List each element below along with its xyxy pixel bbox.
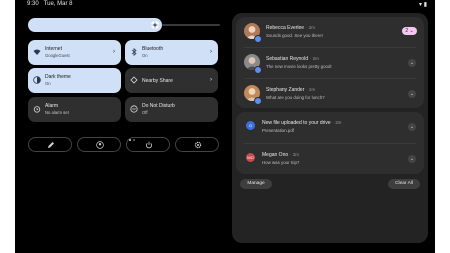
message-app-badge (254, 35, 262, 43)
brightness-icon (151, 21, 159, 29)
dark-theme-icon (33, 76, 41, 84)
tile-subtitle: On (142, 53, 148, 58)
user-switch-button[interactable] (77, 137, 121, 152)
date: Tue, Mar 8 (43, 1, 73, 7)
tile-title: Nearby Share (142, 78, 173, 84)
notification-message: How was your trip? (262, 160, 300, 165)
brightness-track[interactable] (162, 24, 220, 26)
chevron-down-icon: ⌄ (409, 124, 415, 130)
alarm-icon (33, 106, 41, 113)
conversation-card: Rebecca Everlee · 2m Sounds good. See you… (236, 17, 424, 108)
tile-title: Alarm (45, 103, 59, 109)
message-app-badge (254, 97, 262, 105)
sender-name: Stephany Zander (266, 87, 305, 93)
tile-alarm[interactable]: Alarm No alarm set (28, 97, 121, 122)
tile-dark-theme[interactable]: Dark theme On (28, 68, 121, 93)
expand-button[interactable]: ⌄ (408, 155, 416, 163)
tile-subtitle: On (45, 81, 51, 86)
nearby-share-icon (130, 76, 138, 84)
chevron-down-icon: ⌄ (409, 156, 415, 162)
message-app-badge (254, 66, 262, 74)
notification-title: Sebastian Reynold · 2m (266, 56, 319, 62)
contact-app-icon: MO (246, 153, 255, 162)
sender-name: Sebastian Reynold (266, 56, 308, 62)
power-icon (146, 141, 152, 149)
user-icon (96, 141, 104, 149)
brightness-slider[interactable] (28, 18, 162, 32)
chevron-right-icon: › (210, 77, 212, 83)
notification-title: Rebecca Everlee · 2m (266, 25, 315, 31)
alert-title: Megan Ono (262, 152, 289, 158)
expand-button[interactable]: ⌄ (408, 123, 416, 131)
power-button[interactable] (126, 137, 170, 152)
page-indicator (129, 128, 143, 141)
notification-megan[interactable]: MO Megan Ono · 2m How was your trip? ⌄ (236, 144, 424, 174)
notification-message: Sounds good. See you there! (266, 33, 323, 38)
chevron-right-icon: › (210, 49, 212, 55)
tile-subtitle: GoogleGuest (45, 53, 70, 58)
tile-nearby-share[interactable]: Nearby Share › (125, 68, 218, 93)
status-icons: ▾ ▮ (419, 1, 427, 8)
drive-app-icon: G (246, 121, 255, 130)
settings-button[interactable] (175, 137, 219, 152)
notification-time: · 2m (290, 152, 299, 157)
notification-time: · 2m (306, 25, 315, 30)
notification-stephany[interactable]: Stephany Zander · 2m What are you doing f… (236, 79, 424, 109)
tile-do-not-disturb[interactable]: Do Not Disturb Off (125, 97, 218, 122)
expand-button[interactable]: ⌄ (408, 59, 416, 67)
status-bar: 9:30 Tue, Mar 8 ▾ ▮ (15, 0, 435, 10)
message-count: 2 (405, 28, 409, 34)
notification-title: Stephany Zander · 2m (266, 87, 315, 93)
settings-icon (194, 141, 202, 149)
sender-name: Rebecca Everlee (266, 25, 305, 31)
status-time: 9:30 Tue, Mar 8 (27, 1, 73, 7)
notification-message: Presentation.pdf (262, 128, 294, 133)
edit-button[interactable] (28, 137, 72, 152)
bluetooth-icon (131, 48, 137, 56)
notification-rebecca[interactable]: Rebecca Everlee · 2m Sounds good. See you… (236, 17, 424, 47)
tile-bluetooth[interactable]: Bluetooth On › (125, 40, 218, 65)
alert-title: New file uploaded to your drive (262, 120, 331, 126)
notification-shade: Rebecca Everlee · 2m Sounds good. See you… (232, 13, 428, 243)
brightness-handle[interactable] (151, 21, 159, 29)
tile-title: Do Not Disturb (142, 103, 175, 109)
notification-time: · 2m (309, 56, 319, 61)
notification-message: The new movie looks pretty good! (266, 64, 332, 69)
notification-title: Megan Ono · 2m (262, 152, 299, 158)
tile-subtitle: Off (142, 110, 148, 115)
expand-button[interactable]: ⌄ (408, 90, 416, 98)
wifi-icon (33, 49, 41, 55)
message-count-badge[interactable]: 2 ⌄ (402, 27, 417, 35)
notification-drive[interactable]: G New file uploaded to your drive · 2m Pr… (236, 112, 424, 142)
manage-button[interactable]: Manage (240, 179, 272, 189)
clear-all-button[interactable]: Clear All (388, 179, 420, 189)
chevron-down-icon: ⌄ (409, 28, 414, 34)
tile-internet[interactable]: Internet GoogleGuest › (28, 40, 121, 65)
battery-icon: ▮ (423, 2, 427, 8)
tablet-screen: 9:30 Tue, Mar 8 ▾ ▮ Internet GoogleGuest… (15, 0, 435, 253)
notification-message: What are you doing for lunch? (266, 95, 325, 100)
clock: 9:30 (27, 1, 39, 7)
tile-subtitle: No alarm set (45, 110, 69, 115)
alerts-card: G New file uploaded to your drive · 2m Pr… (236, 112, 424, 174)
tile-title: Dark theme (45, 74, 71, 80)
notification-time: · 2m (306, 87, 316, 92)
notification-time: · 2m (332, 120, 342, 125)
chevron-down-icon: ⌄ (409, 60, 415, 66)
app-icon-label: MO (247, 155, 254, 160)
chevron-down-icon: ⌄ (409, 91, 415, 97)
chevron-right-icon: › (113, 49, 115, 55)
notification-title: New file uploaded to your drive · 2m (262, 120, 341, 126)
edit-icon (48, 142, 54, 148)
app-icon-label: G (248, 123, 253, 128)
notification-sebastian[interactable]: Sebastian Reynold · 2m The new movie look… (236, 48, 424, 78)
do-not-disturb-icon (130, 105, 138, 113)
wifi-status-icon: ▾ (419, 2, 423, 8)
tile-title: Internet (45, 46, 62, 52)
tile-title: Bluetooth (142, 46, 164, 52)
